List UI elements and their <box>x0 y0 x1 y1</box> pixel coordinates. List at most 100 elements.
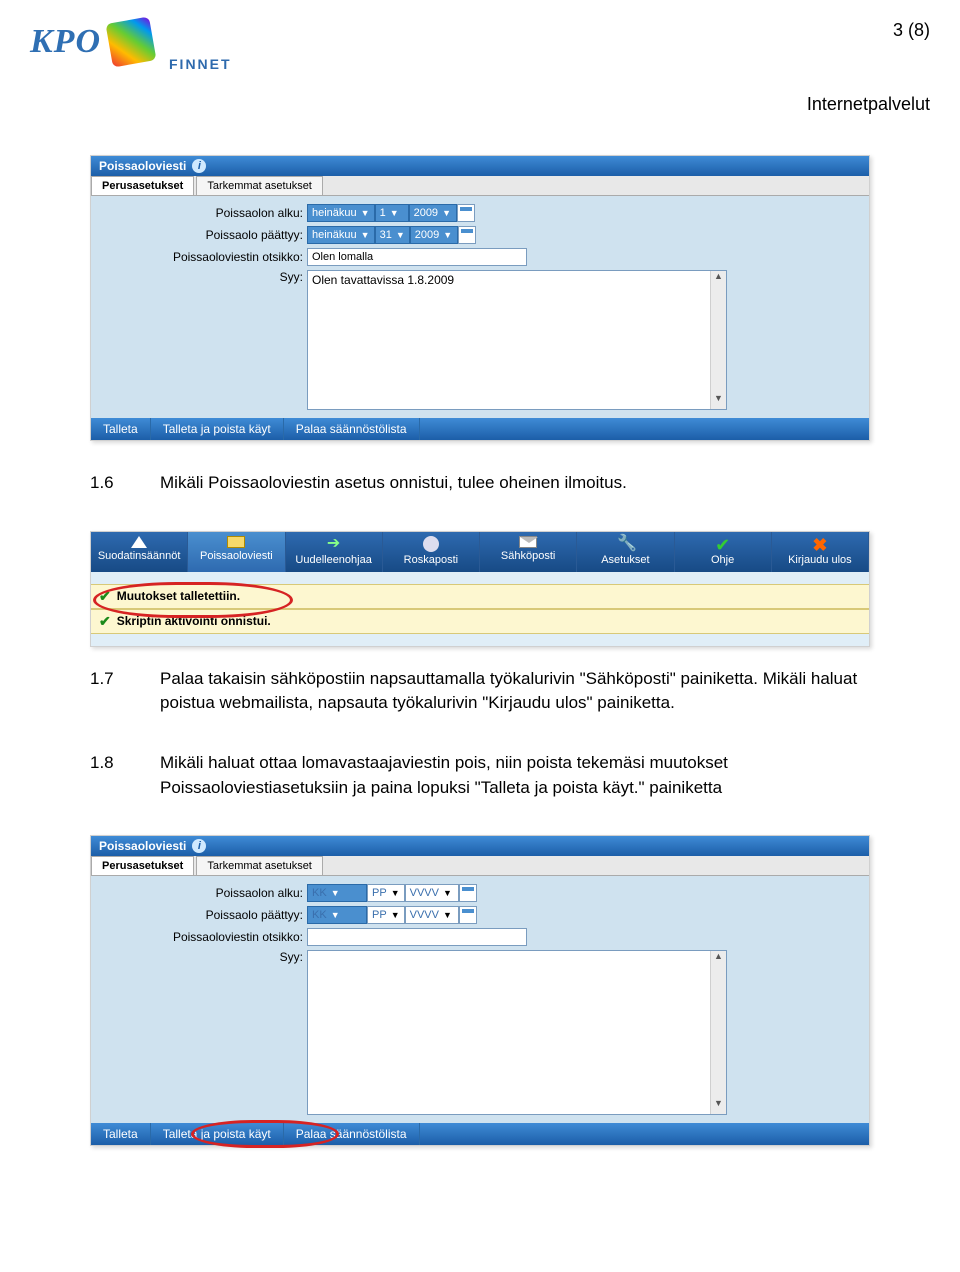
check-icon: ✔ <box>715 536 731 552</box>
panel-tabs: Perusasetukset Tarkemmat asetukset <box>91 856 869 876</box>
toolbar-logout[interactable]: ✖ Kirjaudu ulos <box>772 532 869 572</box>
start-month-select[interactable]: heinäkuu▼ <box>307 204 375 222</box>
reason-textarea[interactable]: ▲ ▼ <box>307 950 727 1115</box>
vacation-card-icon <box>227 536 245 548</box>
label-end: Poissaolo päättyy: <box>97 908 307 922</box>
chevron-down-icon: ▼ <box>442 208 451 218</box>
section-number: 1.8 <box>90 751 160 800</box>
scrollbar[interactable]: ▲ ▼ <box>710 951 726 1114</box>
label-subject: Poissaoloviestin otsikko: <box>97 930 307 944</box>
info-icon[interactable]: i <box>192 839 206 853</box>
label-start: Poissaolon alku: <box>97 886 307 900</box>
section-text: Mikäli haluat ottaa lomavastaajaviestin … <box>160 751 870 800</box>
panel-bottombar: Talleta Talleta ja poista käyt Palaa sää… <box>91 418 869 440</box>
save-and-remove-button[interactable]: Talleta ja poista käyt <box>151 1123 284 1145</box>
chevron-down-icon: ▼ <box>443 230 452 240</box>
subject-input[interactable] <box>307 248 527 266</box>
close-icon: ✖ <box>812 536 828 552</box>
save-and-remove-button[interactable]: Talleta ja poista käyt <box>151 418 284 440</box>
panel-bottombar: Talleta Talleta ja poista käyt Palaa sää… <box>91 1123 869 1145</box>
chevron-down-icon: ▼ <box>391 910 400 920</box>
wrench-icon: 🔧 <box>617 536 633 552</box>
filter-icon <box>131 536 147 548</box>
start-year-select[interactable]: VVVV▼ <box>405 884 459 902</box>
back-to-rules-button[interactable]: Palaa säännöstölista <box>284 1123 420 1145</box>
arrow-icon: ➔ <box>326 536 342 552</box>
panel-title: Poissaoloviesti <box>99 159 186 173</box>
chevron-down-icon: ▼ <box>396 230 405 240</box>
scroll-up-icon[interactable]: ▲ <box>711 271 726 287</box>
chevron-down-icon: ▼ <box>361 208 370 218</box>
section-text: Mikäli Poissaoloviestin asetus onnistui,… <box>160 471 870 496</box>
save-button[interactable]: Talleta <box>91 1123 151 1145</box>
mail-icon <box>519 536 537 548</box>
start-year-select[interactable]: 2009▼ <box>409 204 457 222</box>
toolbar-redirect[interactable]: ➔ Uudelleenohjaa <box>286 532 383 572</box>
webmail-toolbar: Suodatinsäännöt Poissaoloviesti ➔ Uudell… <box>91 532 869 572</box>
toolbar-vacation-message[interactable]: Poissaoloviesti <box>188 532 285 572</box>
end-month-select[interactable]: KK▼ <box>307 906 367 924</box>
label-subject: Poissaoloviestin otsikko: <box>97 250 307 264</box>
start-month-select[interactable]: KK▼ <box>307 884 367 902</box>
panel-tabs: Perusasetukset Tarkemmat asetukset <box>91 176 869 196</box>
chevron-down-icon: ▼ <box>390 208 399 218</box>
scroll-up-icon[interactable]: ▲ <box>711 951 726 967</box>
end-year-select[interactable]: 2009▼ <box>410 226 458 244</box>
chevron-down-icon: ▼ <box>391 888 400 898</box>
calendar-icon[interactable] <box>459 906 477 924</box>
poissaoloviesti-panel-blank: Poissaoloviesti i Perusasetukset Tarkemm… <box>90 835 870 1146</box>
calendar-icon[interactable] <box>459 884 477 902</box>
logo-rainbow-icon <box>106 17 157 68</box>
section-number: 1.6 <box>90 471 160 496</box>
start-day-select[interactable]: PP▼ <box>367 884 405 902</box>
calendar-icon[interactable] <box>458 226 476 244</box>
label-reason: Syy: <box>97 270 307 284</box>
success-message: ✔ Muutokset talletettiin. <box>91 584 869 609</box>
chevron-down-icon: ▼ <box>443 910 452 920</box>
toolbar-filter-rules[interactable]: Suodatinsäännöt <box>91 532 188 572</box>
calendar-icon[interactable] <box>457 204 475 222</box>
tab-tarkemmat[interactable]: Tarkemmat asetukset <box>196 176 323 195</box>
subject-input[interactable] <box>307 928 527 946</box>
chevron-down-icon: ▼ <box>361 230 370 240</box>
end-day-select[interactable]: 31▼ <box>375 226 410 244</box>
tab-tarkemmat[interactable]: Tarkemmat asetukset <box>196 856 323 875</box>
toolbar-spam[interactable]: Roskaposti <box>383 532 480 572</box>
chevron-down-icon: ▼ <box>331 888 340 898</box>
label-reason: Syy: <box>97 950 307 964</box>
service-label: Internetpalvelut <box>30 94 930 115</box>
label-start: Poissaolon alku: <box>97 206 307 220</box>
save-button[interactable]: Talleta <box>91 418 151 440</box>
page-number: 3 (8) <box>893 20 930 41</box>
reason-textarea[interactable]: Olen tavattavissa 1.8.2009 ▲ ▼ <box>307 270 727 410</box>
end-month-select[interactable]: heinäkuu▼ <box>307 226 375 244</box>
check-icon: ✔ <box>99 613 111 630</box>
info-icon[interactable]: i <box>192 159 206 173</box>
success-message: ✔ Skriptin aktivointi onnistui. <box>91 609 869 634</box>
label-end: Poissaolo päättyy: <box>97 228 307 242</box>
start-day-select[interactable]: 1▼ <box>375 204 409 222</box>
check-icon: ✔ <box>99 588 111 605</box>
logo-finnet: FINNET <box>169 56 232 72</box>
tab-perusasetukset[interactable]: Perusasetukset <box>91 856 194 875</box>
scroll-down-icon[interactable]: ▼ <box>711 1098 726 1114</box>
success-messages: ✔ Muutokset talletettiin. ✔ Skriptin akt… <box>91 584 869 634</box>
toolbar-settings[interactable]: 🔧 Asetukset <box>577 532 674 572</box>
scrollbar[interactable]: ▲ ▼ <box>710 271 726 409</box>
toolbar-email[interactable]: Sähköposti <box>480 532 577 572</box>
section-number: 1.7 <box>90 667 160 716</box>
tab-perusasetukset[interactable]: Perusasetukset <box>91 176 194 195</box>
end-year-select[interactable]: VVVV▼ <box>405 906 459 924</box>
globe-icon <box>423 536 439 552</box>
panel-title: Poissaoloviesti <box>99 839 186 853</box>
scroll-down-icon[interactable]: ▼ <box>711 393 726 409</box>
panel-titlebar: Poissaoloviesti i <box>91 156 869 176</box>
panel-titlebar: Poissaoloviesti i <box>91 836 869 856</box>
back-to-rules-button[interactable]: Palaa säännöstölista <box>284 418 420 440</box>
logo-block: KPO FINNET <box>30 20 232 64</box>
webmail-toolbar-message-panel: Suodatinsäännöt Poissaoloviesti ➔ Uudell… <box>90 531 870 647</box>
end-day-select[interactable]: PP▼ <box>367 906 405 924</box>
toolbar-help[interactable]: ✔ Ohje <box>675 532 772 572</box>
chevron-down-icon: ▼ <box>443 888 452 898</box>
section-text: Palaa takaisin sähköpostiin napsauttamal… <box>160 667 870 716</box>
